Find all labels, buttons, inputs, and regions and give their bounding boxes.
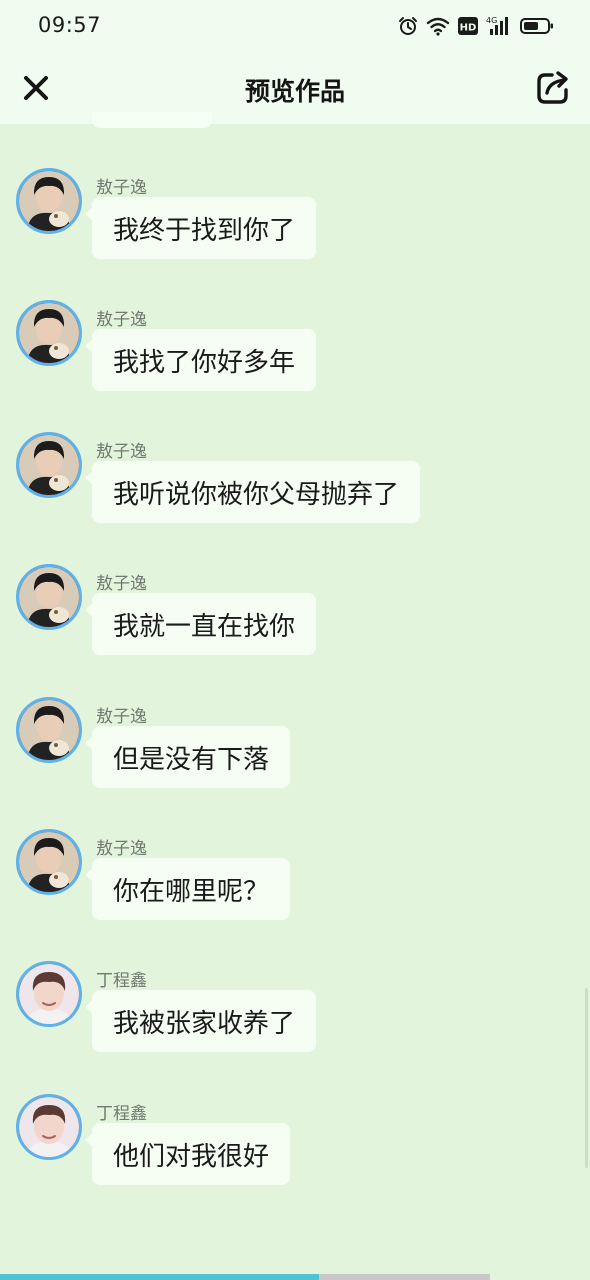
- message-bubble[interactable]: 我就一直在找你: [84, 593, 317, 655]
- page-title: 预览作品: [244, 77, 345, 106]
- chat-message: 敖子逸 我就一直在找你: [0, 564, 590, 664]
- alarm-icon: [398, 16, 418, 36]
- avatar-aoziyi[interactable]: [16, 829, 82, 895]
- message-bubble[interactable]: 我终于找到你了: [84, 197, 317, 259]
- chat-message: 敖子逸 我听说你被你父母抛弃了: [0, 432, 590, 532]
- status-icons: HD 4G: [398, 14, 554, 38]
- avatar-aoziyi[interactable]: [16, 168, 82, 234]
- share-icon: [537, 71, 568, 104]
- status-bar: 09:57 HD 4G: [0, 0, 590, 52]
- wifi-icon: [426, 16, 450, 36]
- battery-icon: [520, 16, 554, 36]
- hd-icon: HD: [458, 16, 478, 36]
- avatar-aoziyi[interactable]: [16, 300, 82, 366]
- chat-message: 敖子逸 但是没有下落: [0, 697, 590, 797]
- message-bubble[interactable]: 他们对我很好: [84, 1123, 291, 1185]
- message-bubble[interactable]: 但是没有下落: [84, 726, 291, 788]
- sender-name: 敖子逸: [96, 839, 147, 859]
- share-button[interactable]: [534, 69, 572, 107]
- avatar-aoziyi[interactable]: [16, 697, 82, 763]
- top-navigation-bar: 预览作品: [0, 52, 590, 124]
- message-bubble[interactable]: 你在哪里呢？: [84, 858, 291, 920]
- previous-message-bubble: [92, 112, 212, 128]
- sender-name: 敖子逸: [96, 707, 147, 727]
- avatar-aoziyi[interactable]: [16, 432, 82, 498]
- chat-message: 丁程鑫 他们对我很好: [0, 1094, 590, 1194]
- message-bubble[interactable]: 我被张家收养了: [84, 990, 317, 1052]
- chat-message: 敖子逸 我终于找到你了: [0, 168, 590, 268]
- avatar-dingchengxin[interactable]: [16, 961, 82, 1027]
- scrollbar-thumb[interactable]: [585, 988, 588, 1168]
- status-time: 09:57: [38, 13, 102, 37]
- sender-name: 敖子逸: [96, 574, 147, 594]
- progress-played: [0, 1274, 319, 1280]
- message-bubble[interactable]: 我找了你好多年: [84, 329, 317, 391]
- network-badge-text: 4G: [486, 16, 497, 25]
- playback-progress-bar[interactable]: [0, 1274, 590, 1280]
- avatar-dingchengxin[interactable]: [16, 1094, 82, 1160]
- avatar-aoziyi[interactable]: [16, 564, 82, 630]
- sender-name: 敖子逸: [96, 310, 147, 330]
- chat-message: 丁程鑫 我被张家收养了: [0, 961, 590, 1061]
- sender-name: 丁程鑫: [96, 1104, 147, 1124]
- signal-4g-icon: 4G: [486, 15, 512, 37]
- sender-name: 敖子逸: [96, 442, 147, 462]
- chat-message: 敖子逸 我找了你好多年: [0, 300, 590, 400]
- hd-badge-text: HD: [460, 23, 477, 34]
- message-bubble[interactable]: 我听说你被你父母抛弃了: [84, 461, 421, 523]
- progress-remaining: [319, 1274, 490, 1280]
- chat-message: 敖子逸 你在哪里呢？: [0, 829, 590, 929]
- sender-name: 丁程鑫: [96, 971, 147, 991]
- sender-name: 敖子逸: [96, 178, 147, 198]
